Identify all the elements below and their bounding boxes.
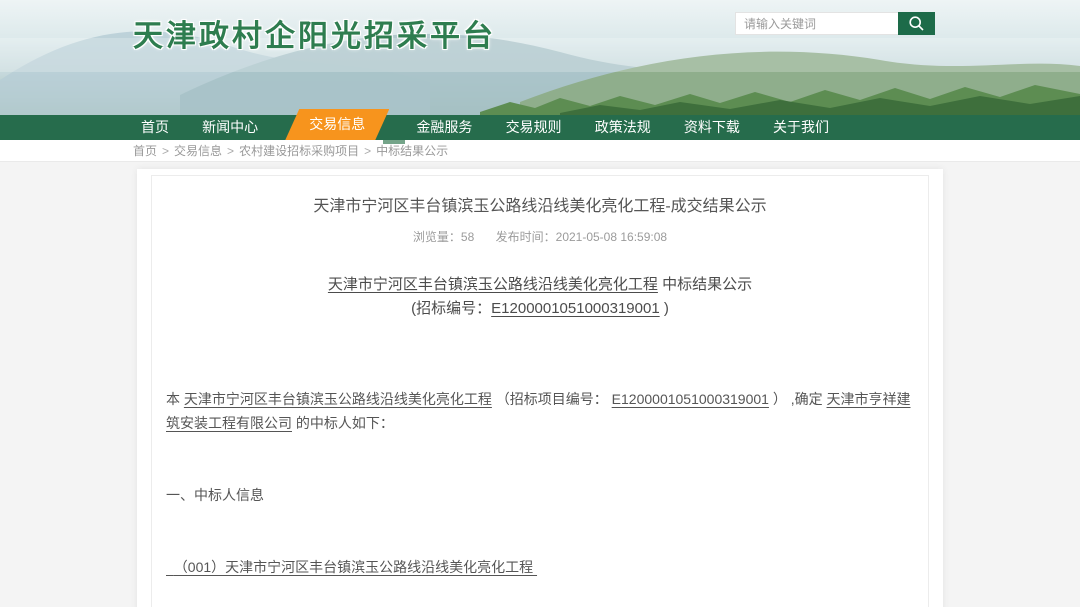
bid-number: E1200001051000319001 — [491, 300, 660, 317]
nav-item-trade-rules[interactable]: 交易规则 — [500, 115, 568, 140]
breadcrumb-item-home[interactable]: 首页 — [133, 144, 157, 158]
breadcrumb-item-trade-info[interactable]: 交易信息 — [174, 144, 222, 158]
bid-number-line: (招标编号：E1200001051000319001 ) — [166, 297, 914, 321]
nav-item-downloads[interactable]: 资料下载 — [678, 115, 746, 140]
intro-mid1: （招标项目编号： — [492, 391, 612, 407]
main-nav: 首页 新闻中心 交易信息 金融服务 交易规则 政策法规 资料下载 关于我们 — [0, 115, 1080, 140]
breadcrumb-separator: > — [162, 144, 169, 158]
article-meta: 浏览量：58 发布时间：2021-05-08 16:59:08 — [166, 228, 914, 245]
section1-item-text: （001）天津市宁河区丰台镇滨玉公路线沿线美化亮化工程 — [166, 559, 537, 575]
nav-item-home[interactable]: 首页 — [135, 115, 175, 140]
views-label: 浏览量： — [413, 230, 461, 244]
bid-number-suffix: ) — [660, 300, 669, 317]
breadcrumb-separator: > — [364, 144, 371, 158]
breadcrumb-separator: > — [227, 144, 234, 158]
intro-paragraph: 本 天津市宁河区丰台镇滨玉公路线沿线美化亮化工程 （招标项目编号： E12000… — [166, 387, 914, 435]
breadcrumb-item-rural-projects[interactable]: 农村建设招标采购项目 — [239, 144, 359, 158]
search-icon — [908, 15, 925, 32]
intro-pre: 本 — [166, 391, 184, 407]
bid-number-prefix: (招标编号： — [411, 300, 491, 317]
publish-time: 2021-05-08 16:59:08 — [556, 230, 667, 244]
nav-item-policy[interactable]: 政策法规 — [589, 115, 657, 140]
banner: 天津政村企阳光招采平台 — [0, 0, 1080, 115]
announcement-body: 本 天津市宁河区丰台镇滨玉公路线沿线美化亮化工程 （招标项目编号： E12000… — [166, 339, 914, 607]
nav-item-about[interactable]: 关于我们 — [767, 115, 835, 140]
subtitle-suffix: 中标结果公示 — [658, 276, 752, 293]
section1-title: 一、中标人信息 — [166, 483, 914, 507]
nav-item-news[interactable]: 新闻中心 — [196, 115, 264, 140]
intro-project-name: 天津市宁河区丰台镇滨玉公路线沿线美化亮化工程 — [184, 391, 492, 407]
page-title: 天津市宁河区丰台镇滨玉公路线沿线美化亮化工程-成交结果公示 — [166, 192, 914, 216]
main-nav-inner: 首页 新闻中心 交易信息 金融服务 交易规则 政策法规 资料下载 关于我们 — [135, 115, 835, 140]
section1-item: （001）天津市宁河区丰台镇滨玉公路线沿线美化亮化工程 — [166, 555, 914, 579]
intro-project-number: E1200001051000319001 — [612, 391, 769, 407]
content-wrapper: 天津市宁河区丰台镇滨玉公路线沿线美化亮化工程-成交结果公示 浏览量：58 发布时… — [137, 169, 943, 607]
nav-item-trade-info[interactable]: 交易信息 — [285, 109, 389, 140]
breadcrumb-item-current: 中标结果公示 — [376, 144, 448, 158]
search-input[interactable] — [735, 12, 898, 35]
search-button[interactable] — [898, 12, 935, 35]
breadcrumb: 首页 > 交易信息 > 农村建设招标采购项目 > 中标结果公示 — [0, 140, 1080, 162]
publish-time-label: 发布时间： — [496, 230, 556, 244]
nav-item-finance[interactable]: 金融服务 — [410, 115, 478, 140]
site-title: 天津政村企阳光招采平台 — [133, 11, 496, 55]
views-count: 58 — [461, 230, 474, 244]
intro-post: 的中标人如下： — [292, 415, 394, 431]
nav-active-sub-indicator — [383, 140, 405, 144]
result-subtitle: 天津市宁河区丰台镇滨玉公路线沿线美化亮化工程 中标结果公示 — [166, 273, 914, 297]
search-box — [735, 12, 935, 35]
announcement-panel: 天津市宁河区丰台镇滨玉公路线沿线美化亮化工程-成交结果公示 浏览量：58 发布时… — [151, 175, 929, 607]
intro-mid2: ） ,确定 — [769, 391, 827, 407]
subtitle-project-name: 天津市宁河区丰台镇滨玉公路线沿线美化亮化工程 — [328, 276, 658, 293]
